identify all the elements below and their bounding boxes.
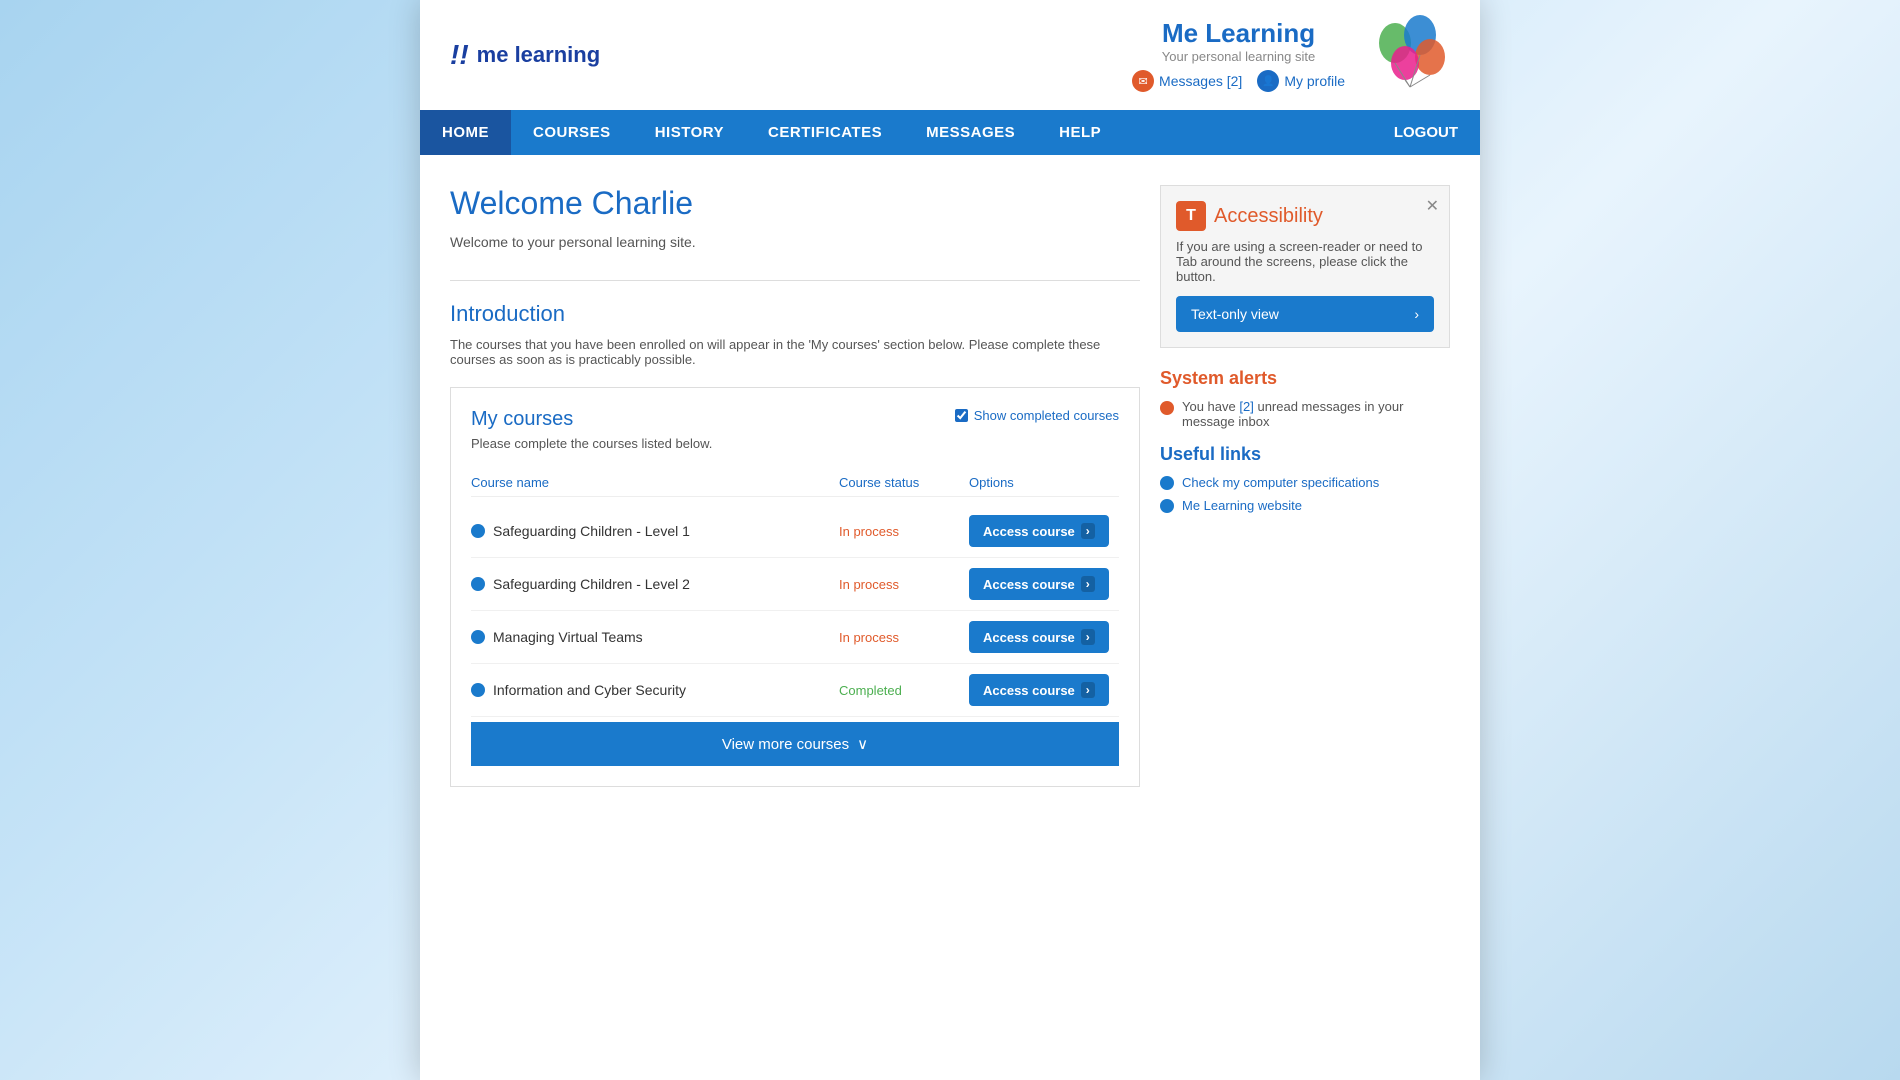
access-course-label: Access course (983, 630, 1075, 645)
course-dot-icon (471, 630, 485, 644)
profile-icon: 👤 (1257, 70, 1279, 92)
access-course-arrow-icon: › (1081, 629, 1095, 645)
useful-links-title: Useful links (1160, 444, 1450, 465)
access-course-button[interactable]: Access course › (969, 674, 1109, 706)
show-completed-toggle[interactable]: Show completed courses (955, 408, 1119, 423)
useful-link-label[interactable]: Me Learning website (1182, 498, 1302, 513)
access-course-label: Access course (983, 683, 1075, 698)
table-row: Information and Cyber Security Completed… (471, 664, 1119, 717)
access-course-label: Access course (983, 577, 1075, 592)
course-name: Safeguarding Children - Level 1 (493, 523, 690, 539)
course-name: Information and Cyber Security (493, 682, 686, 698)
nav-messages[interactable]: MESSAGES (904, 110, 1037, 155)
view-more-button[interactable]: View more courses ∨ (471, 722, 1119, 766)
system-alerts-title: System alerts (1160, 368, 1450, 389)
logo: !! me learning (450, 39, 600, 71)
course-dot-icon (471, 577, 485, 591)
course-dot-icon (471, 524, 485, 538)
course-status: Completed (839, 683, 969, 698)
alert-dot-icon (1160, 401, 1174, 415)
course-options-cell: Access course › (969, 515, 1119, 547)
close-accessibility-button[interactable]: ✕ (1426, 196, 1439, 216)
course-status: In process (839, 577, 969, 592)
link-dot-icon (1160, 476, 1174, 490)
accessibility-icon: T (1176, 201, 1206, 231)
nav-home[interactable]: HOME (420, 110, 511, 155)
useful-links-list: Check my computer specifications Me Lear… (1160, 475, 1450, 513)
courses-title: My courses (471, 408, 573, 431)
accessibility-title: Accessibility (1214, 205, 1323, 228)
site-name: Me Learning (1132, 18, 1345, 49)
logo-text: me learning (477, 42, 600, 68)
profile-link[interactable]: 👤 My profile (1257, 70, 1345, 92)
view-more-icon: ∨ (857, 735, 868, 753)
courses-section: My courses Show completed courses Please… (450, 387, 1140, 787)
course-name-cell: Safeguarding Children - Level 2 (471, 576, 839, 592)
course-options-cell: Access course › (969, 568, 1119, 600)
accessibility-box: ✕ T Accessibility If you are using a scr… (1160, 185, 1450, 348)
access-course-label: Access course (983, 524, 1075, 539)
messages-icon: ✉ (1132, 70, 1154, 92)
messages-label: Messages [2] (1159, 73, 1242, 89)
introduction-title: Introduction (450, 301, 1140, 327)
course-status: In process (839, 524, 969, 539)
balloons-svg (1370, 15, 1450, 95)
useful-link-item[interactable]: Me Learning website (1160, 498, 1450, 513)
link-dot-icon (1160, 499, 1174, 513)
col-status-header: Course status (839, 475, 969, 490)
text-only-button[interactable]: Text-only view › (1176, 296, 1434, 332)
course-dot-icon (471, 683, 485, 697)
course-table-header: Course name Course status Options (471, 469, 1119, 497)
courses-subtitle: Please complete the courses listed below… (471, 436, 1119, 451)
course-name-cell: Safeguarding Children - Level 1 (471, 523, 839, 539)
access-course-arrow-icon: › (1081, 523, 1095, 539)
nav-logout[interactable]: LOGOUT (1372, 110, 1480, 155)
useful-links: Useful links Check my computer specifica… (1160, 444, 1450, 513)
system-alerts: System alerts You have [2] unread messag… (1160, 368, 1450, 429)
access-course-arrow-icon: › (1081, 682, 1095, 698)
access-course-button[interactable]: Access course › (969, 621, 1109, 653)
table-row: Safeguarding Children - Level 1 In proce… (471, 505, 1119, 558)
nav-courses[interactable]: COURSES (511, 110, 633, 155)
course-rows: Safeguarding Children - Level 1 In proce… (471, 505, 1119, 717)
useful-link-item[interactable]: Check my computer specifications (1160, 475, 1450, 490)
alert-text: You have [2] unread messages in your mes… (1182, 399, 1450, 429)
course-name-cell: Managing Virtual Teams (471, 629, 839, 645)
nav-help[interactable]: HELP (1037, 110, 1123, 155)
nav-certificates[interactable]: CERTIFICATES (746, 110, 904, 155)
main-nav: HOME COURSES HISTORY CERTIFICATES MESSAG… (420, 110, 1480, 155)
table-row: Safeguarding Children - Level 2 In proce… (471, 558, 1119, 611)
nav-history[interactable]: HISTORY (633, 110, 746, 155)
balloon-logo (1370, 15, 1450, 95)
profile-label: My profile (1284, 73, 1345, 89)
access-course-arrow-icon: › (1081, 576, 1095, 592)
messages-link[interactable]: ✉ Messages [2] (1132, 70, 1242, 92)
accessibility-description: If you are using a screen-reader or need… (1176, 239, 1434, 284)
table-row: Managing Virtual Teams In process Access… (471, 611, 1119, 664)
site-tagline: Your personal learning site (1132, 49, 1345, 64)
course-name: Managing Virtual Teams (493, 629, 643, 645)
logo-mark: !! (450, 39, 469, 71)
introduction-text: The courses that you have been enrolled … (450, 337, 1140, 367)
text-only-arrow-icon: › (1414, 306, 1419, 322)
useful-link-label[interactable]: Check my computer specifications (1182, 475, 1379, 490)
course-name: Safeguarding Children - Level 2 (493, 576, 690, 592)
course-options-cell: Access course › (969, 674, 1119, 706)
show-completed-label: Show completed courses (974, 408, 1119, 423)
col-options-header: Options (969, 475, 1119, 490)
course-options-cell: Access course › (969, 621, 1119, 653)
show-completed-checkbox[interactable] (955, 409, 968, 422)
col-name-header: Course name (471, 475, 839, 490)
access-course-button[interactable]: Access course › (969, 568, 1109, 600)
welcome-text: Welcome to your personal learning site. (450, 234, 1140, 250)
alert-item: You have [2] unread messages in your mes… (1160, 399, 1450, 429)
site-info: Me Learning Your personal learning site … (1132, 18, 1345, 92)
course-status: In process (839, 630, 969, 645)
view-more-label: View more courses (722, 736, 849, 753)
access-course-button[interactable]: Access course › (969, 515, 1109, 547)
course-name-cell: Information and Cyber Security (471, 682, 839, 698)
text-only-label: Text-only view (1191, 306, 1279, 322)
alert-count-link[interactable]: [2] (1239, 399, 1253, 414)
welcome-heading: Welcome Charlie (450, 185, 1140, 222)
